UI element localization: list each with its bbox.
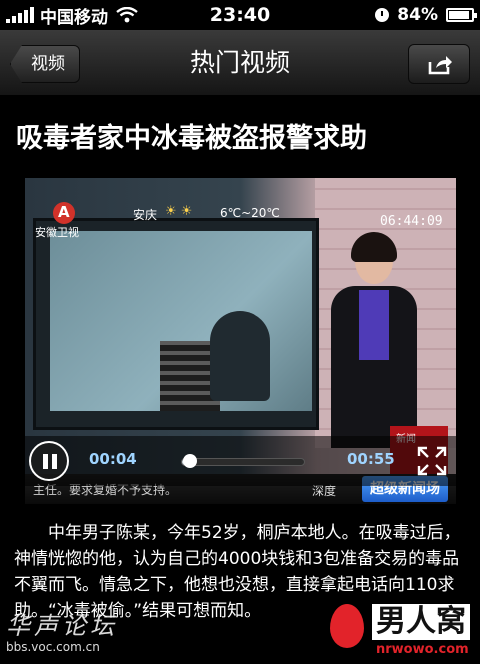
forum-watermark-url: bbs.voc.com.cn bbox=[6, 640, 100, 654]
site-watermark: 男人窝 nrwowo.com bbox=[326, 598, 476, 662]
forum-watermark-text: 华声论坛 bbox=[6, 612, 118, 640]
site-watermark-name: 男人窝 bbox=[372, 604, 470, 640]
site-logo-icon bbox=[330, 604, 364, 648]
weather-temperature: 6℃~20℃ bbox=[220, 206, 280, 220]
total-time: 00:55 bbox=[347, 450, 395, 468]
channel-name: 安徽卫视 bbox=[35, 226, 79, 239]
video-player[interactable]: 安徽卫视 安庆 ☀ ☀ 6℃~20℃ 06:44:09 新闻 主任。要求复婚不予… bbox=[25, 178, 456, 504]
elapsed-time: 00:04 bbox=[89, 450, 137, 468]
pause-button[interactable] bbox=[29, 441, 69, 481]
channel-badge-icon bbox=[53, 202, 75, 224]
news-anchor-figure bbox=[325, 232, 423, 448]
share-button[interactable] bbox=[408, 44, 470, 84]
battery-icon bbox=[446, 8, 477, 22]
status-bar: 中国移动 23:40 84% bbox=[0, 0, 480, 30]
seated-person-figure bbox=[210, 311, 270, 401]
weather-city: 安庆 bbox=[133, 208, 158, 222]
video-controls: 00:04 00:55 bbox=[25, 436, 456, 486]
fullscreen-icon bbox=[417, 446, 447, 476]
navigation-bar: 热门视频 视频 bbox=[0, 30, 480, 96]
fullscreen-button[interactable] bbox=[417, 446, 447, 476]
sun-icon: ☀ ☀ bbox=[165, 204, 193, 219]
share-icon bbox=[428, 56, 452, 75]
battery-percent: 84% bbox=[397, 5, 438, 25]
article-title: 吸毒者家中冰毒被盗报警求助 bbox=[16, 123, 367, 154]
progress-track[interactable] bbox=[181, 458, 305, 466]
channel-logo: 安徽卫视 bbox=[35, 202, 95, 239]
orientation-lock-icon bbox=[375, 8, 390, 22]
back-button[interactable]: 视频 bbox=[10, 45, 80, 83]
progress-thumb[interactable] bbox=[182, 454, 197, 468]
site-watermark-domain: nrwowo.com bbox=[376, 642, 469, 657]
broadcast-clock: 06:44:09 bbox=[380, 214, 443, 229]
video-frame-screen bbox=[33, 218, 319, 430]
forum-watermark: 华声论坛 bbs.voc.com.cn bbox=[6, 612, 136, 658]
